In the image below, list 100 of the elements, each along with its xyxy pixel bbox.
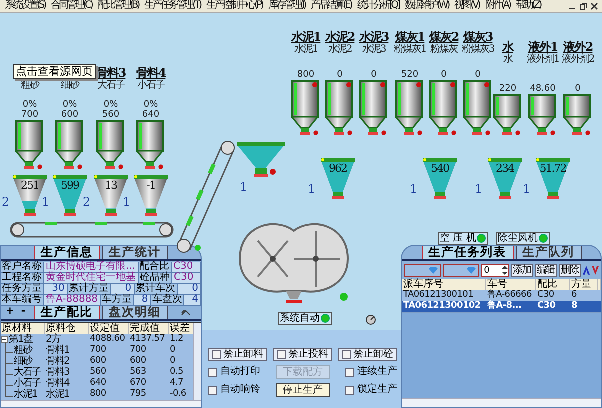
weigh-hopper-drawing [94, 175, 128, 217]
weigh-hopper-drawing [423, 158, 457, 200]
bin-label: 骨料4 [136, 66, 166, 80]
dropdown-field[interactable] [404, 264, 441, 277]
field-label: 累计方量 [68, 284, 111, 294]
toolbar-button[interactable]: 删除 [558, 264, 581, 277]
checkbox-option[interactable]: 自动响铃 [208, 384, 260, 396]
collapse-icon[interactable] [181, 310, 192, 316]
toggle-button[interactable]: 禁止卸料 [208, 348, 268, 361]
toggle-button[interactable]: 禁止投料 [273, 348, 332, 361]
table-cell: 560 [89, 367, 129, 379]
move-down-icon[interactable] [592, 265, 599, 276]
column-header: 原材料 [1, 323, 45, 334]
tab[interactable]: 生产任务列表 [422, 246, 514, 259]
table-cell: 4088.60 [89, 334, 129, 346]
toggle-button[interactable]: 禁止卸砼 [338, 348, 398, 361]
weigh-hopper-drawing [321, 158, 355, 200]
field-value: 30 [44, 284, 68, 294]
material-name: 粉煤灰3 [462, 44, 494, 56]
field-label: 砼品种 [139, 273, 172, 283]
collapse-icon[interactable] [1, 336, 8, 343]
field-label: 累计车次 [134, 284, 178, 294]
tree-toggle[interactable]: + [4, 306, 16, 318]
field-label: 工程名称 [1, 273, 44, 283]
toolbar-button[interactable]: 编辑 [534, 264, 557, 277]
count-label: 1 [410, 183, 418, 196]
gauge-icon [366, 315, 376, 325]
tab[interactable]: 生产信息 [34, 246, 100, 259]
table-cell: -0.6 [169, 389, 194, 400]
menu-item[interactable]: 帮助(Z) [514, 0, 546, 12]
checkbox-option[interactable]: 连续生产 [345, 366, 398, 378]
table-cell[interactable]: 鲁A-66666 [486, 290, 536, 302]
table-cell: 大石子 [14, 367, 41, 378]
table-cell: 骨料4 [45, 378, 89, 390]
tab[interactable]: 盘次明细 [102, 306, 168, 319]
field-value: 8 [134, 295, 152, 305]
weight-reading: -1 [146, 180, 156, 192]
scrollbar[interactable] [1, 400, 202, 407]
material-name: 大石子 [98, 80, 124, 92]
table-cell: 600 [129, 356, 169, 368]
spinner-field[interactable]: 0 [481, 264, 509, 277]
table-cell: 0 [169, 356, 194, 368]
tank-label: 液外2 [563, 40, 593, 54]
weigh-hopper-drawing [488, 158, 522, 200]
checkbox[interactable] [208, 386, 218, 394]
checkbox[interactable] [345, 368, 354, 376]
table-cell: 0 [169, 345, 194, 357]
column-header: 原料仓 [45, 323, 89, 334]
checkbox[interactable] [345, 386, 354, 394]
field-value: 0 [178, 284, 202, 294]
scrollbar[interactable] [193, 323, 202, 400]
tab[interactable]: 生产队列 [516, 246, 582, 259]
stock-reading: 600 [61, 110, 79, 120]
table-cell[interactable]: 8 [570, 301, 598, 313]
spin-arrows-icon[interactable] [502, 265, 508, 276]
status-light-icon [477, 234, 486, 243]
material-name: 水泥1 [294, 44, 318, 56]
diamond-icon [467, 267, 476, 274]
checkbox-option[interactable]: 自动打印 [208, 366, 260, 378]
tree-toggle[interactable]: - [19, 306, 28, 318]
menu-item[interactable]: 附件(A) [484, 0, 515, 12]
checkbox[interactable] [277, 350, 286, 359]
tab[interactable]: 生产统计 [102, 246, 168, 259]
field-label: 车盘次 [151, 295, 184, 305]
table-cell: 4137.57 [129, 334, 169, 346]
percent-reading: 0% [104, 100, 118, 110]
stock-reading: 520 [401, 70, 419, 80]
count-label: 1 [240, 181, 248, 194]
weight-reading: 962 [328, 163, 348, 175]
tab[interactable]: 生产配比 [34, 306, 100, 319]
checkbox-option[interactable]: 锁定生产 [345, 384, 398, 396]
table-cell: 水泥1 [14, 389, 38, 400]
table-cell: 795 [129, 389, 169, 400]
table-cell: 0.5 [169, 367, 194, 379]
scrollbar[interactable] [402, 398, 601, 407]
table-cell[interactable]: TA06121300101 [402, 290, 486, 302]
stop-button[interactable]: 停止生产 [276, 383, 330, 397]
stock-reading: 0 [441, 70, 447, 80]
field-label: 本车编号 [1, 295, 44, 305]
material-name: 液外剂1 [526, 54, 560, 66]
close-icon[interactable] [591, 2, 598, 10]
checkbox[interactable] [342, 350, 352, 359]
material-name: 细砂 [61, 80, 79, 92]
menu-item[interactable]: 合同管理(C) [50, 0, 97, 12]
table-cell[interactable]: C30 [536, 290, 570, 302]
table-cell[interactable]: C30 [536, 301, 570, 313]
diamond-icon [428, 267, 438, 274]
checkbox[interactable] [208, 368, 218, 376]
menu-item[interactable]: 视图(V) [454, 0, 484, 12]
stock-reading: 800 [297, 70, 315, 80]
table-cell[interactable]: 鲁A-8... [486, 301, 536, 313]
checkbox[interactable] [212, 350, 222, 359]
bin-label: 水泥1 [291, 30, 321, 44]
toolbar-button[interactable]: 添加 [510, 264, 533, 277]
table-cell[interactable]: TA06121300102 [402, 301, 486, 313]
restore-icon[interactable] [580, 2, 587, 10]
dropdown-field[interactable] [442, 264, 480, 277]
menu-item[interactable]: 配比管理(B) [96, 0, 144, 12]
status-light-icon [321, 314, 330, 323]
table-cell[interactable]: 6 [570, 290, 598, 302]
